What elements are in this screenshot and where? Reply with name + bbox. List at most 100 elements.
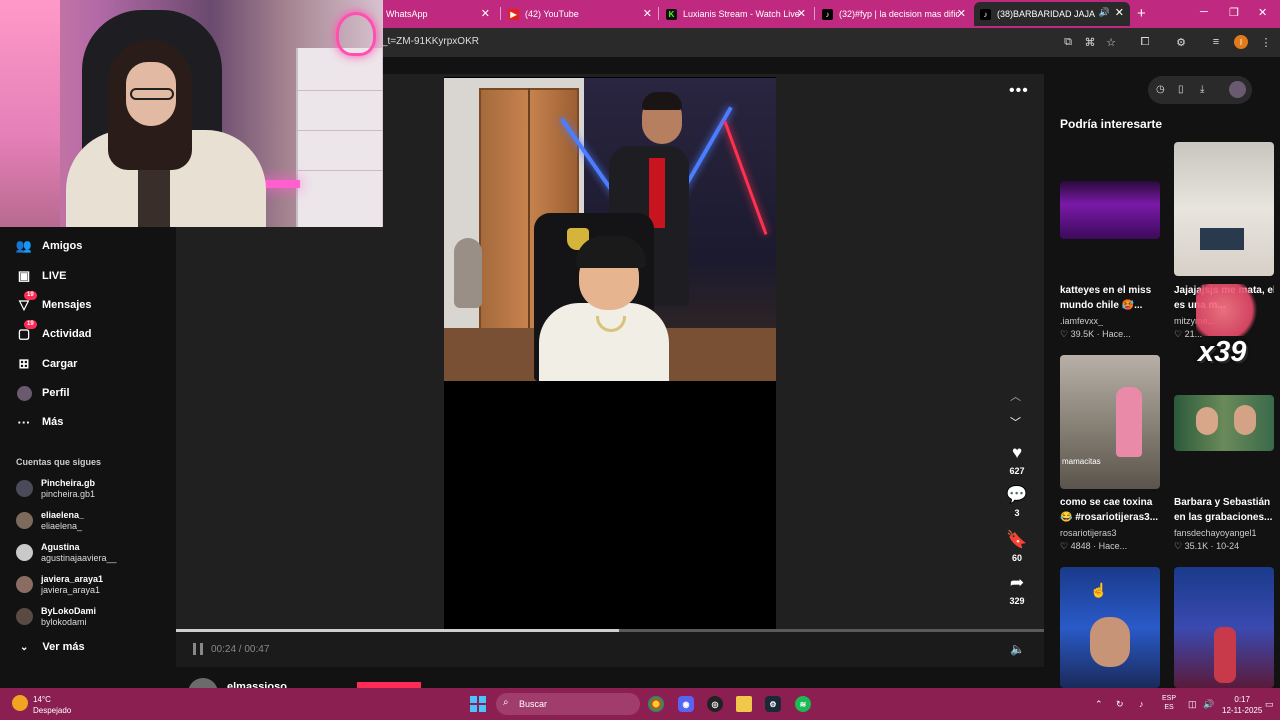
obs-icon[interactable]: ◎ [707,696,723,712]
tab-kick[interactable]: K Luxianis Stream - Watch Live o ✕ [660,3,812,25]
close-tab-icon[interactable]: ✕ [643,7,652,20]
tab-tiktok-active[interactable]: ♪ (38)BARBARIDAD JAJA @e 🔊 ✕ [974,2,1130,26]
activity-icon: ▢ 19 [16,320,37,342]
file-explorer-icon[interactable] [736,696,752,712]
extensions-icon[interactable]: ⧠ [1137,34,1153,50]
chrome-icon[interactable] [648,696,664,712]
nav-label: Perfil [42,387,70,399]
recommendation-thumbnail[interactable] [1174,567,1274,688]
share-button[interactable]: ➦ 329 [1002,573,1032,606]
bookmark-star-icon[interactable]: ☆ [1103,34,1119,50]
card-user[interactable]: fansdechayoyangel1 [1174,528,1274,538]
tab-tiktok-fyp[interactable]: ♪ (32)#fyp | la decision mas difici ✕ [816,3,972,25]
microphone-icon[interactable]: ♪ [1139,699,1144,709]
sidebar-item-messages[interactable]: ▽ 19 Mensajes [16,291,92,313]
close-tab-icon[interactable]: ✕ [481,7,490,20]
following-handle: pincheira.gb1 [41,489,96,499]
timer-icon[interactable]: ◷ [1156,84,1165,95]
language-indicator[interactable]: ESP ES [1162,694,1176,712]
close-tab-icon[interactable]: ✕ [797,7,806,20]
download-icon[interactable]: ⤓ [1200,84,1204,95]
card-user[interactable]: .iamfevxx_ [1060,316,1160,326]
sidebar-item-more[interactable]: ··· Más [16,414,64,430]
share-count: 329 [1009,596,1025,606]
bug-icon[interactable]: ⚙ [1173,34,1189,50]
tab-whatsapp[interactable]: WhatsApp ✕ [380,3,496,25]
sidebar-item-live[interactable]: ▣ LIVE [16,268,67,284]
card-title[interactable]: 😂 #rosariotijeras3... [1060,510,1170,525]
profile-icon [16,385,32,401]
search-icon: ⌕ [503,697,509,708]
taskbar-search[interactable] [496,693,640,715]
pause-icon[interactable] [193,643,203,655]
bookmark-button[interactable]: 🔖 60 [1002,530,1032,563]
tab-youtube[interactable]: ▶ (42) YouTube ✕ [502,3,658,25]
like-button[interactable]: ♥ 627 [1002,443,1032,476]
recommendation-thumbnail[interactable] [1060,181,1160,239]
new-tab-button[interactable]: + [1137,5,1146,22]
following-name: eliaelena_ [41,510,85,520]
card-title[interactable]: como se cae toxina [1060,495,1170,510]
card-title[interactable]: en las grabaciones... [1174,510,1274,525]
sidebar-item-profile[interactable]: Perfil [16,385,70,401]
moon-weather-icon[interactable] [12,695,28,711]
volume-tray-icon[interactable]: 🔊 [1203,699,1214,710]
nav-label: Amigos [42,240,83,252]
more-options-icon[interactable]: ••• [1009,82,1029,100]
mobile-icon[interactable]: ▯ [1178,84,1184,95]
following-item[interactable]: ByLokoDami bylokodami [16,605,96,628]
following-item[interactable]: Agustina agustinajaaviera__ [16,541,117,564]
notification-icon[interactable]: ▭ [1265,699,1274,710]
recommendation-thumbnail[interactable] [1060,567,1160,688]
comment-button[interactable]: 💬 3 [1002,485,1032,518]
following-item[interactable]: Pincheira.gb pincheira.gb1 [16,477,95,500]
windows-start-icon[interactable] [470,696,486,712]
following-item[interactable]: eliaelena_ eliaelena_ [16,509,84,532]
close-tab-icon[interactable]: ✕ [957,7,966,20]
card-title[interactable]: katteyes en el miss [1060,283,1170,298]
recommendation-thumbnail[interactable] [1174,395,1274,451]
recommendation-thumbnail[interactable]: mamacitas [1060,355,1160,489]
profile-avatar[interactable]: I [1234,35,1248,49]
avatar[interactable] [1229,81,1246,98]
tab-title: (38)BARBARIDAD JAJA @e [997,9,1097,19]
close-tab-icon[interactable]: ✕ [1115,6,1124,19]
card-title[interactable]: Barbara y Sebastián [1174,495,1274,510]
translate-icon[interactable]: ⌘ [1082,34,1098,50]
bookmark-count: 60 [1011,553,1022,563]
weather-widget[interactable]: 14°C Despejado [33,694,71,716]
card-title[interactable]: mundo chile 🥵... [1060,298,1170,313]
url-field[interactable]: _t=ZM-91KKyrpxOKR [382,36,479,47]
wifi-icon[interactable]: ◫ [1188,699,1197,710]
speaker-icon[interactable]: 🔊 [1099,7,1110,18]
see-more-button[interactable]: ⌄ Ver más [20,641,85,653]
more-icon: ··· [17,414,31,430]
cast-icon[interactable]: ⧉ [1060,34,1076,50]
card-user[interactable]: rosariotijeras3 [1060,528,1160,538]
clock[interactable]: 0:17 12-11-2025 [1222,694,1262,716]
maximize-icon[interactable]: ❐ [1229,6,1239,19]
spotify-icon[interactable]: ≋ [795,696,811,712]
sidebar-item-activity[interactable]: ▢ 19 Actividad [16,320,92,342]
following-name: ByLokoDami [41,606,97,616]
following-name: javiera_araya1 [41,574,104,584]
volume-icon[interactable]: 🔈 [1010,642,1025,656]
sidebar-item-friends[interactable]: 👥 Amigos [16,238,82,254]
clock-date: 12-11-2025 [1222,706,1263,715]
chevron-up-icon[interactable]: ︿ [1010,388,1021,404]
recommendation-thumbnail[interactable] [1174,142,1274,276]
author-strip [176,667,1044,688]
comment-count: 3 [1014,508,1020,518]
minimize-icon[interactable]: ─ [1200,6,1208,18]
chevron-down-icon[interactable]: ﹀ [1010,414,1021,430]
menu-kebab-icon[interactable]: ⋮ [1258,34,1274,50]
sidebar-item-upload[interactable]: ⊞ Cargar [16,356,78,372]
discord-icon[interactable]: ◉ [678,696,694,712]
steam-icon[interactable]: ⚙ [765,696,781,712]
video-frame[interactable] [444,78,776,381]
close-window-icon[interactable]: ✕ [1258,6,1267,19]
media-icon[interactable]: ≡ [1208,34,1224,50]
refresh-icon[interactable]: ↻ [1116,699,1124,710]
following-item[interactable]: javiera_araya1 javiera_araya1 [16,573,103,596]
chevron-up-icon[interactable]: ⌃ [1095,699,1103,710]
